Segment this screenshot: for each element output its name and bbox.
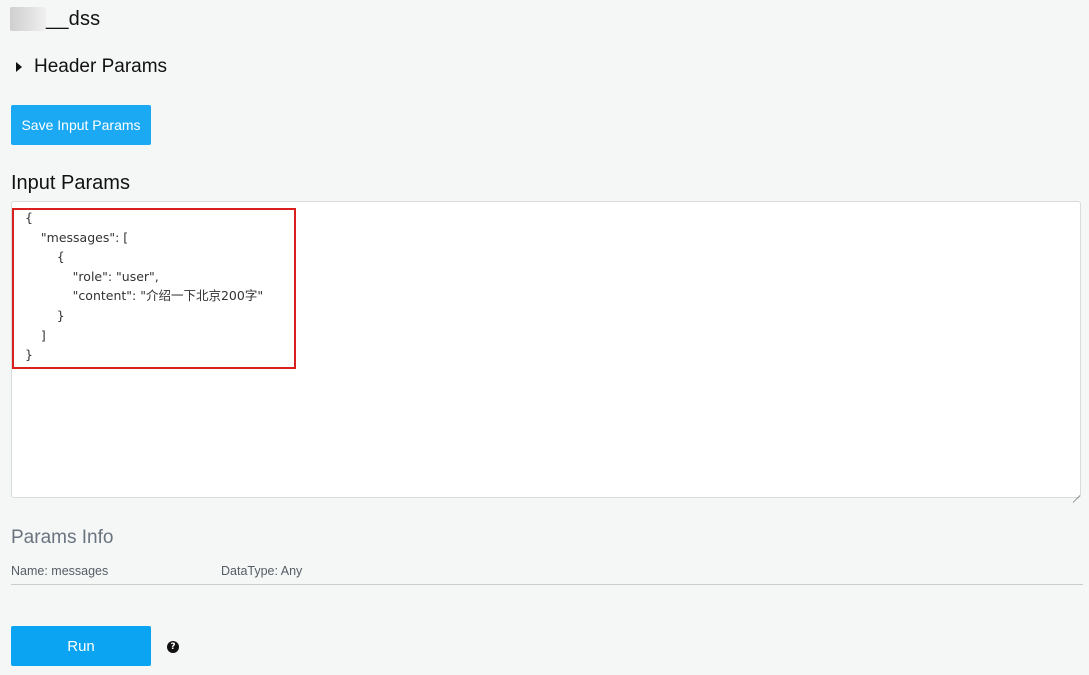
resize-handle-icon[interactable] — [1072, 488, 1080, 496]
param-datatype: DataType: Any — [221, 564, 303, 578]
run-button[interactable]: Run — [11, 626, 151, 666]
page-title: __dss — [10, 6, 100, 32]
input-params-title: Input Params — [11, 172, 130, 194]
redacted-name-block — [10, 7, 46, 31]
header-params-toggle[interactable]: Header Params — [16, 56, 167, 78]
caret-right-icon — [16, 62, 22, 72]
question-circle-icon[interactable]: ? — [167, 641, 179, 653]
header-params-label: Header Params — [34, 56, 168, 77]
input-params-code[interactable]: { "messages": [ { "role": "user", "conte… — [25, 208, 263, 365]
params-info-title: Params Info — [11, 527, 114, 548]
page-title-text: __dss — [46, 7, 101, 30]
table-row: Name: messages DataType: Any — [11, 563, 1083, 585]
save-input-params-button[interactable]: Save Input Params — [11, 105, 151, 145]
param-name: Name: messages — [11, 564, 109, 578]
